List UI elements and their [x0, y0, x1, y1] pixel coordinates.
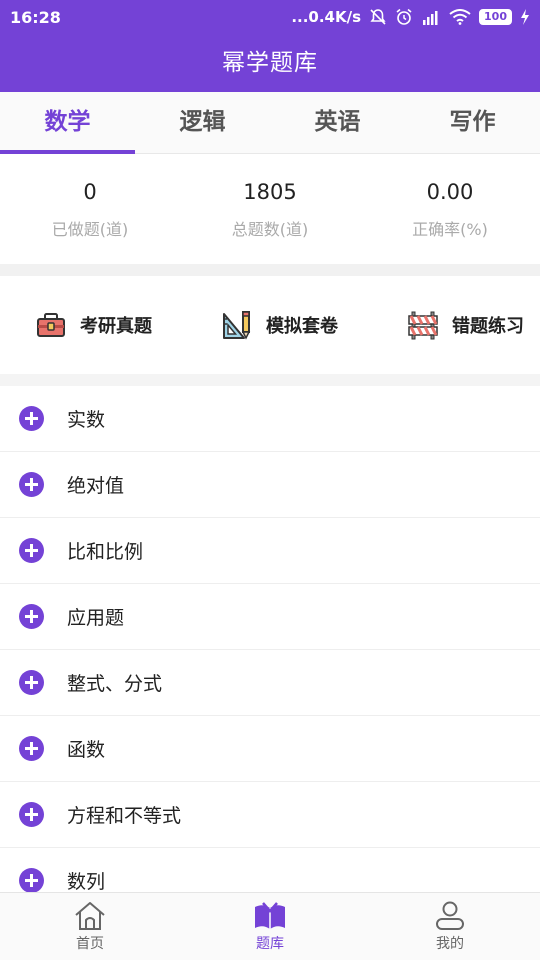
- page-title: 幂学题库: [222, 50, 318, 76]
- alarm-icon: [395, 8, 413, 26]
- ruler-pencil-icon: [222, 310, 252, 340]
- nav-label: 题库: [256, 935, 284, 952]
- toolbox-icon: [36, 312, 66, 338]
- topic-label: 整式、分式: [67, 673, 163, 695]
- tab-english[interactable]: 英语: [270, 92, 405, 153]
- stats-panel: 0 已做题(道) 1805 总题数(道) 0.00 正确率(%): [0, 154, 540, 264]
- user-icon: [436, 901, 464, 930]
- nav-profile[interactable]: 我的: [360, 893, 540, 960]
- home-icon: [75, 901, 105, 930]
- charging-icon: [520, 9, 530, 25]
- stat-accuracy: 0.00 正确率(%): [360, 180, 540, 264]
- tab-logic[interactable]: 逻辑: [135, 92, 270, 153]
- network-speed: ...0.4K/s: [291, 8, 362, 26]
- battery-icon: 100: [479, 9, 512, 25]
- status-bar: 16:28 ...0.4K/s 100: [0, 0, 540, 34]
- action-label: 错题练习: [452, 316, 524, 337]
- stat-value: 1805: [243, 180, 297, 204]
- stat-label: 已做题(道): [51, 220, 129, 239]
- list-item[interactable]: 函数: [0, 716, 540, 782]
- nav-label: 我的: [436, 935, 464, 952]
- mock-exams-button[interactable]: 模拟套卷: [222, 310, 338, 340]
- app-screen: 16:28 ...0.4K/s 100 幂学题库 数学 逻辑 英语 写作 0 已…: [0, 0, 540, 960]
- section-divider: [0, 264, 540, 276]
- topic-label: 实数: [67, 409, 106, 431]
- topic-label: 绝对值: [67, 475, 125, 497]
- topic-label: 应用题: [67, 607, 125, 629]
- stat-done: 0 已做题(道): [0, 180, 180, 264]
- action-label: 考研真题: [80, 316, 152, 337]
- book-icon: [255, 901, 285, 929]
- topic-label: 方程和不等式: [67, 805, 182, 827]
- expand-plus-icon[interactable]: [19, 868, 44, 893]
- action-label: 模拟套卷: [266, 316, 338, 337]
- tab-writing[interactable]: 写作: [405, 92, 540, 153]
- expand-plus-icon[interactable]: [19, 736, 44, 761]
- nav-label: 首页: [76, 935, 104, 952]
- mute-icon: [369, 8, 387, 26]
- quick-actions: 考研真题 模拟套卷 错题练习: [0, 276, 540, 374]
- top-bar: 16:28 ...0.4K/s 100 幂学题库: [0, 0, 540, 92]
- stat-value: 0.00: [426, 180, 474, 204]
- nav-home[interactable]: 首页: [0, 893, 180, 960]
- stat-total: 1805 总题数(道): [180, 180, 360, 264]
- topic-list: 实数 绝对值 比和比例 应用题 整式、分式 函数 方程和不等式 数列: [0, 386, 540, 914]
- bottom-nav: 首页 题库 我的: [0, 892, 540, 960]
- signal-icon: [421, 9, 441, 25]
- status-icons: ...0.4K/s 100: [291, 8, 530, 26]
- subject-tabs: 数学 逻辑 英语 写作: [0, 92, 540, 154]
- expand-plus-icon[interactable]: [19, 538, 44, 563]
- expand-plus-icon[interactable]: [19, 802, 44, 827]
- tab-math[interactable]: 数学: [0, 92, 135, 154]
- list-item[interactable]: 应用题: [0, 584, 540, 650]
- wifi-icon: [449, 9, 471, 25]
- status-time: 16:28: [10, 7, 61, 27]
- topic-label: 函数: [67, 739, 106, 761]
- wrong-questions-button[interactable]: 错题练习: [408, 310, 524, 340]
- stat-label: 总题数(道): [231, 220, 309, 239]
- topic-label: 比和比例: [67, 541, 144, 563]
- list-item[interactable]: 方程和不等式: [0, 782, 540, 848]
- barrier-icon: [408, 310, 438, 340]
- list-item[interactable]: 绝对值: [0, 452, 540, 518]
- stat-value: 0: [83, 180, 97, 204]
- list-item[interactable]: 整式、分式: [0, 650, 540, 716]
- expand-plus-icon[interactable]: [19, 472, 44, 497]
- nav-question-bank[interactable]: 题库: [180, 893, 360, 960]
- past-exams-button[interactable]: 考研真题: [36, 312, 152, 338]
- stat-label: 正确率(%): [412, 220, 488, 239]
- list-item[interactable]: 比和比例: [0, 518, 540, 584]
- expand-plus-icon[interactable]: [19, 604, 44, 629]
- expand-plus-icon[interactable]: [19, 406, 44, 431]
- topic-label: 数列: [67, 871, 106, 893]
- expand-plus-icon[interactable]: [19, 670, 44, 695]
- list-item[interactable]: 实数: [0, 386, 540, 452]
